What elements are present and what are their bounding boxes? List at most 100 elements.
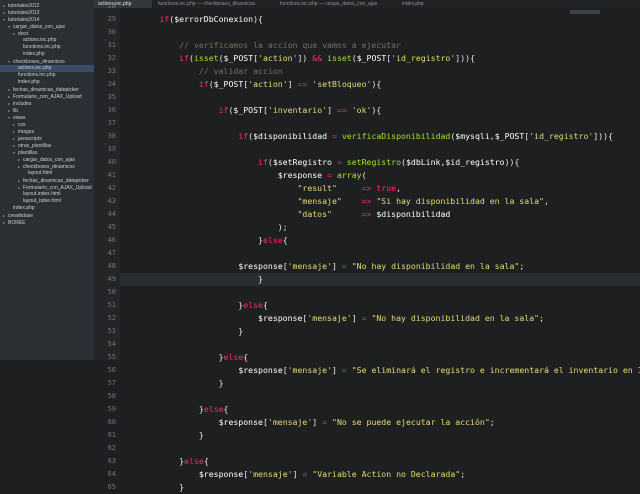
code-line[interactable]: }else{: [120, 403, 229, 416]
code-token: "Variable Action no Declarada": [312, 469, 461, 479]
tree-folder[interactable]: ▸ lib: [0, 107, 18, 114]
code-line[interactable]: $response['mensaje'] = "Se eliminará el …: [120, 364, 640, 377]
code-line[interactable]: "mensaje" => "Si hay disponibilidad en l…: [120, 195, 548, 208]
tree-folder[interactable]: ▾ checkboxes_dinamicos: [0, 58, 65, 65]
code-line[interactable]: // verificamos la accion que vamos a eje…: [120, 39, 401, 52]
code-line[interactable]: "datos" => $disponibilidad: [120, 208, 450, 221]
code-token: ]): [297, 53, 313, 63]
tree-item-label: index.php: [13, 205, 35, 211]
code-line[interactable]: if($errorDbConexion){: [120, 13, 263, 26]
code-token: else: [223, 352, 244, 362]
code-line[interactable]: }: [120, 273, 640, 286]
tree-item-label: layout_bdse.html: [23, 198, 61, 204]
code-line[interactable]: }else{: [120, 234, 288, 247]
code-token: array: [336, 170, 362, 180]
tree-folder[interactable]: ▸ docs: [0, 30, 29, 37]
code-line[interactable]: }: [120, 429, 204, 442]
code-line[interactable]: }: [120, 325, 243, 338]
code-line[interactable]: }else{: [120, 299, 268, 312]
tree-folder[interactable]: ▸ BOREE: [0, 219, 26, 226]
tree-folder[interactable]: ▸ css: [0, 121, 26, 128]
tree-folder[interactable]: ▸ otras_plantillas: [0, 142, 51, 149]
tree-folder[interactable]: ▾ tutoriales2014: [0, 16, 39, 23]
tree-folder[interactable]: ▸ includes: [0, 100, 31, 107]
code-token: isset: [327, 53, 352, 63]
line-number: 37: [107, 119, 116, 127]
tree-file[interactable]: index.php: [0, 51, 45, 58]
tree-file[interactable]: layout.html: [0, 170, 52, 177]
code-token: ])){: [455, 53, 476, 63]
code-line[interactable]: if($disponibilidad = verificaDisponibili…: [120, 130, 613, 143]
tree-folder[interactable]: ▸ fechas_dinamicas_datepicker: [0, 86, 79, 93]
tree-folder[interactable]: ▸ tutoriales2012: [0, 2, 39, 9]
code-token: $disponibilidad: [376, 209, 451, 219]
code-line[interactable]: }: [120, 481, 184, 494]
tab[interactable]: functions.inc.php — checkboxes_dinamicos: [154, 0, 274, 8]
tree-file[interactable]: layout_bdse.html: [0, 198, 61, 205]
code-line[interactable]: }: [120, 377, 224, 390]
tab[interactable]: actions.inc.php: [94, 0, 152, 8]
code-token: ]: [332, 261, 342, 271]
tree-folder[interactable]: ▸ images: [0, 128, 34, 135]
code-token: ;: [489, 417, 495, 427]
code-line[interactable]: $response['mensaje'] = "No hay disponibi…: [120, 260, 524, 273]
line-number: 55: [107, 353, 116, 361]
tab[interactable]: functions.inc.php — cargar_datos_con_aja…: [276, 0, 396, 8]
code-token: );: [120, 222, 288, 232]
code-token: }: [120, 274, 263, 284]
code-token: if: [218, 105, 229, 115]
tree-file[interactable]: index.php: [0, 205, 35, 212]
code-token: =>: [361, 209, 372, 219]
code-token: if: [198, 79, 209, 89]
code-editor[interactable]: if($errorDbConexion){ // verificamos la …: [120, 8, 640, 492]
tree-file[interactable]: actions.inc.php: [0, 65, 94, 72]
tree-folder[interactable]: ▸ cargar_datos_con_ajax: [0, 156, 75, 163]
code-token: "Si hay disponibilidad en la sala": [376, 196, 544, 206]
tree-folder[interactable]: ▾ plantillas: [0, 149, 37, 156]
tree-folder[interactable]: ▾ views: [0, 114, 26, 121]
line-number: 51: [107, 301, 116, 309]
code-line[interactable]: }else{: [120, 351, 249, 364]
tree-folder[interactable]: ▸ fechas_dinamicas_datepicker: [0, 177, 89, 184]
tab[interactable]: index.php: [398, 0, 458, 8]
code-line[interactable]: "result" => true,: [120, 182, 401, 195]
tree-file[interactable]: index.php: [0, 79, 40, 86]
code-token: {: [262, 300, 268, 310]
code-token: }: [120, 482, 185, 492]
line-number: 42: [107, 184, 116, 192]
tree-folder[interactable]: ▸ javascripts: [0, 135, 42, 142]
code-line[interactable]: // validar accion: [120, 65, 283, 78]
code-line[interactable]: if($_POST['inventario'] == 'ok'){: [120, 104, 382, 117]
code-line[interactable]: if($_POST['action'] == 'setBloqueo'){: [120, 78, 381, 91]
code-line[interactable]: if(isset($_POST['action']) && isset($_PO…: [120, 52, 475, 65]
code-token: $_POST: [213, 79, 244, 89]
code-line[interactable]: $response['mensaje'] = "No hay disponibi…: [120, 312, 544, 325]
tree-folder[interactable]: ▸ Formulario_con_AJAX_Upload: [0, 184, 92, 191]
tree-folder[interactable]: ▸ crearbdase: [0, 212, 33, 219]
tree-folder[interactable]: ▸ Formulario_con_AJAX_Upload: [0, 93, 82, 100]
code-token: {: [243, 352, 249, 362]
code-line[interactable]: }else{: [120, 455, 209, 468]
tree-folder[interactable]: ▸ tutoriales2013: [0, 9, 39, 16]
code-line[interactable]: $response['mensaje'] = "No se puede ejec…: [120, 416, 495, 429]
line-number: 49: [107, 275, 116, 283]
code-token: // verificamos la accion que vamos a eje…: [120, 40, 401, 50]
code-line[interactable]: $response['mensaje'] = "Variable Action …: [120, 468, 465, 481]
tree-file[interactable]: functions.inc.php: [0, 72, 56, 79]
code-line[interactable]: if($setRegistro = setRegistro($dbLink,$i…: [120, 156, 519, 169]
code-line[interactable]: );: [120, 221, 288, 234]
tree-file[interactable]: actions.inc.php: [0, 37, 56, 44]
file-tree-sidebar[interactable]: ▸ tutoriales2012 ▸ tutoriales2013 ▾ tutoriale…: [0, 0, 94, 360]
code-line[interactable]: $response = array(: [120, 169, 367, 182]
code-token: 'action': [248, 79, 288, 89]
code-token: ){: [371, 105, 382, 115]
code-token: true: [376, 183, 397, 193]
tree-folder[interactable]: ▾ cargar_datos_con_ajax: [0, 23, 65, 30]
tree-folder[interactable]: ▸ checkboxes_dinamicos: [0, 163, 75, 170]
tab-bar: actions.inc.php functions.inc.php — check…: [94, 0, 640, 8]
tree-file[interactable]: layout.index.html: [0, 191, 61, 198]
line-number: 34: [107, 80, 116, 88]
tree-file[interactable]: functions.inc.php: [0, 44, 61, 51]
